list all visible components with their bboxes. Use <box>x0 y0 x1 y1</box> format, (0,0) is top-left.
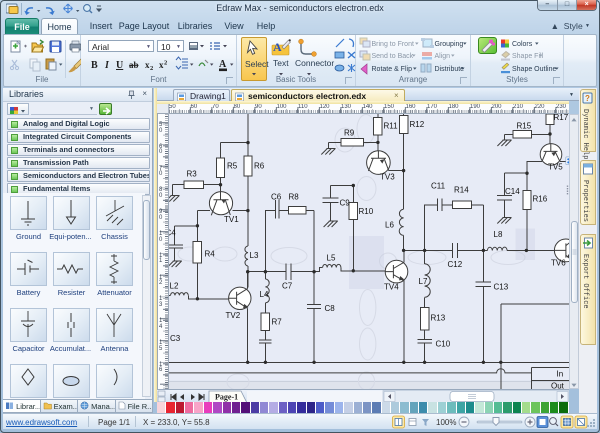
svg-text:C8: C8 <box>325 304 336 313</box>
svg-text:C14: C14 <box>505 187 520 196</box>
svg-text:2: 2 <box>164 60 167 67</box>
svg-text:R3: R3 <box>187 170 198 179</box>
svg-text:A: A <box>219 59 227 70</box>
svg-text:Out: Out <box>551 382 565 390</box>
svg-text:Bring to Front: Bring to Front <box>372 41 414 48</box>
svg-text:R9: R9 <box>344 129 355 138</box>
svg-text:ab: ab <box>129 60 139 70</box>
svg-text:C12: C12 <box>448 260 463 269</box>
svg-text:R4: R4 <box>205 250 216 259</box>
svg-text:Shape Outline: Shape Outline <box>512 66 556 73</box>
svg-text:A: A <box>273 40 282 54</box>
svg-text:Colors: Colors <box>512 41 533 48</box>
svg-text:L3: L3 <box>250 251 259 260</box>
svg-text:TV5: TV5 <box>548 163 563 172</box>
svg-text:Page-1: Page-1 <box>215 393 238 402</box>
svg-text:R10: R10 <box>359 207 374 216</box>
svg-text:Grouping: Grouping <box>435 41 464 48</box>
svg-text:In: In <box>557 370 564 379</box>
svg-text:C6: C6 <box>271 193 282 202</box>
svg-text:R7: R7 <box>272 318 283 327</box>
svg-text:R14: R14 <box>454 186 469 195</box>
svg-text:C11: C11 <box>431 182 446 191</box>
svg-text:L4: L4 <box>260 290 269 299</box>
svg-text:Rotate & Flip: Rotate & Flip <box>372 66 413 73</box>
svg-text:C9: C9 <box>340 199 351 208</box>
svg-text:L5: L5 <box>327 254 336 263</box>
svg-text:I: I <box>104 60 110 71</box>
svg-text:TV2: TV2 <box>226 311 241 320</box>
svg-text:L2: L2 <box>170 282 179 291</box>
svg-text:100%: 100% <box>436 418 456 427</box>
svg-text:TV4: TV4 <box>384 283 399 292</box>
svg-text:R11: R11 <box>384 122 399 131</box>
svg-text:L7: L7 <box>419 277 428 286</box>
svg-text:Connector: Connector <box>295 58 334 68</box>
svg-text:L8: L8 <box>494 230 503 239</box>
svg-text:C4: C4 <box>169 229 176 238</box>
svg-text:C10: C10 <box>436 340 451 349</box>
svg-text:R5: R5 <box>227 162 238 171</box>
svg-text:C7: C7 <box>282 282 293 291</box>
svg-text:?: ? <box>585 94 590 103</box>
svg-text:Send to Back: Send to Back <box>372 53 414 60</box>
svg-text:C13: C13 <box>494 283 509 292</box>
svg-text:R16: R16 <box>533 195 548 204</box>
svg-text:R8: R8 <box>289 193 300 202</box>
svg-text:TV3: TV3 <box>380 173 395 182</box>
svg-text:Distribute: Distribute <box>435 66 465 73</box>
svg-text:L6: L6 <box>385 221 394 230</box>
svg-text:Align: Align <box>435 53 451 60</box>
svg-text:TV1: TV1 <box>224 215 239 224</box>
svg-text:R15: R15 <box>517 122 532 131</box>
svg-text:Shape Fill: Shape Fill <box>512 53 544 60</box>
svg-text:TV6: TV6 <box>551 259 566 268</box>
svg-text:C3: C3 <box>170 334 181 343</box>
svg-text:U: U <box>116 60 123 71</box>
svg-text:R6: R6 <box>254 162 265 171</box>
svg-text:Text: Text <box>273 58 289 68</box>
svg-text:R13: R13 <box>431 314 446 323</box>
svg-text:Select: Select <box>245 59 269 69</box>
svg-text:2: 2 <box>150 65 153 72</box>
svg-text:B: B <box>91 60 98 71</box>
svg-text:R17: R17 <box>554 114 569 122</box>
svg-text:R12: R12 <box>410 120 425 129</box>
